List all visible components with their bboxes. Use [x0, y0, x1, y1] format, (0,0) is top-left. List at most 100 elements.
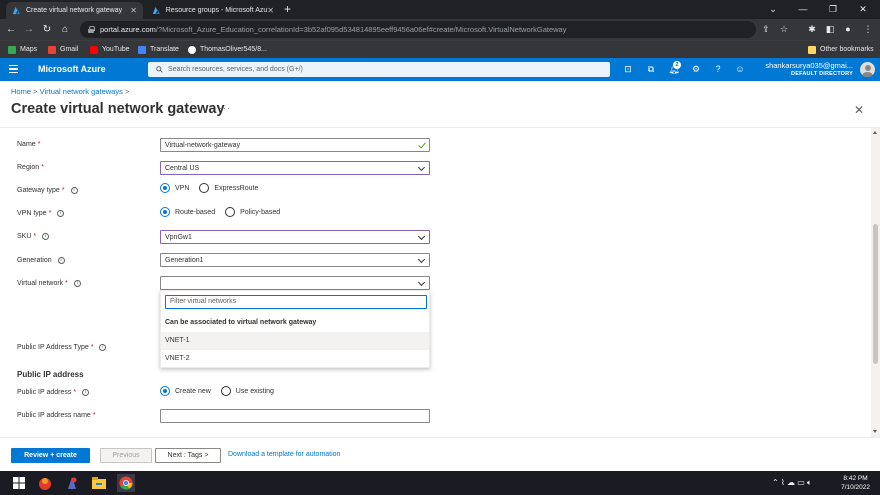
scroll-up-icon[interactable]	[873, 131, 877, 134]
bookmark-star-icon[interactable]: ☆	[776, 19, 792, 40]
previous-button[interactable]: Previous	[100, 448, 152, 463]
sku-value: VpnGw1	[165, 233, 192, 241]
chevron-down-icon	[417, 255, 426, 264]
public-ip-name-field[interactable]	[160, 409, 430, 423]
new-tab-button[interactable]: +	[284, 2, 291, 17]
bookmark-github[interactable]: ThomasOliver545/8...	[188, 41, 267, 59]
region-dropdown[interactable]: Central US	[160, 161, 430, 175]
radio-unselected-icon[interactable]	[225, 207, 236, 217]
chrome-icon[interactable]	[117, 474, 135, 492]
help-icon[interactable]: ?	[710, 58, 726, 81]
app-icon[interactable]	[36, 474, 54, 492]
info-icon[interactable]: i	[82, 389, 90, 396]
info-icon[interactable]: i	[57, 257, 65, 264]
minimize-button[interactable]: —	[788, 0, 818, 19]
bookmark-maps[interactable]: Maps	[8, 41, 37, 59]
global-search-input[interactable]: Search resources, services, and docs (G+…	[148, 62, 610, 77]
feedback-icon[interactable]: ☺	[732, 58, 748, 81]
radio-selected-icon[interactable]	[160, 386, 170, 396]
breadcrumb-virtual-network-gateways[interactable]: Virtual network gateways	[40, 87, 123, 96]
menu-icon[interactable]: ⋮	[860, 19, 876, 40]
clock-time: 8:42 PM	[843, 475, 868, 482]
filter-virtual-networks-input[interactable]: Filter virtual networks	[165, 295, 427, 309]
public-ip-radio-group: Create new Use existing	[160, 386, 284, 396]
azure-brand[interactable]: Microsoft Azure	[38, 58, 106, 81]
file-explorer-icon[interactable]	[90, 474, 108, 492]
virtual-network-label: Virtual network * i	[17, 280, 81, 287]
info-icon[interactable]: i	[73, 280, 81, 287]
bookmark-label: Gmail	[60, 46, 79, 53]
directory-filter-icon[interactable]: ⧉	[643, 58, 659, 81]
system-tray-icons[interactable]: ⌃ ⌇ ☁ ▭ 🔈︎	[772, 471, 812, 495]
profile-icon[interactable]: ●	[840, 19, 856, 40]
public-ip-section-heading: Public IP address	[17, 370, 84, 379]
close-tab-icon[interactable]: ✕	[267, 6, 274, 15]
info-icon[interactable]: i	[70, 187, 78, 194]
url-path: /?Microsoft_Azure_Education_correlationI…	[155, 25, 567, 34]
back-icon[interactable]: ←	[4, 19, 18, 40]
account-menu[interactable]: shankarsurya035@gmai... DEFAULT DIRECTOR…	[765, 61, 853, 78]
page-scrollbar[interactable]	[871, 128, 880, 437]
bookmark-gmail[interactable]: Gmail	[48, 41, 78, 59]
windows-start-icon[interactable]	[10, 474, 28, 492]
chevron-down-icon	[417, 278, 426, 287]
more-options-button[interactable]: ···	[219, 103, 231, 113]
app-icon[interactable]	[63, 474, 81, 492]
gateway-type-expressroute-option[interactable]: ExpressRoute	[199, 183, 258, 193]
close-tab-icon[interactable]: ✕	[130, 6, 137, 15]
info-icon[interactable]: i	[57, 210, 65, 217]
browser-toolbar: ← → ↻ ⌂ portal.azure.com /?Microsoft_Azu…	[0, 19, 880, 40]
forward-icon[interactable]: →	[22, 19, 36, 40]
name-field[interactable]: Virtual-network-gateway	[160, 138, 430, 152]
portal-menu-icon[interactable]	[9, 65, 18, 73]
side-panel-icon[interactable]: ◧	[822, 19, 838, 40]
radio-unselected-icon[interactable]	[199, 183, 210, 193]
next-tags-button[interactable]: Next : Tags >	[155, 448, 221, 463]
public-ip-use-existing-option[interactable]: Use existing	[220, 386, 274, 396]
reload-icon[interactable]: ↻	[40, 19, 54, 40]
vpn-type-route-based-option[interactable]: Route-based	[160, 207, 215, 217]
tab-resource-groups[interactable]: Resource groups - Microsoft Azu ✕	[146, 2, 280, 19]
info-icon[interactable]: i	[99, 344, 107, 351]
virtual-network-dropdown[interactable]	[160, 276, 430, 290]
close-window-button[interactable]: ✕	[848, 0, 878, 19]
maximize-button[interactable]: ❐	[818, 0, 848, 19]
bookmark-translate[interactable]: Translate	[138, 41, 179, 59]
azure-favicon-icon	[152, 7, 160, 14]
download-template-link[interactable]: Download a template for automation	[228, 451, 340, 458]
vpn-type-policy-based-option[interactable]: Policy-based	[225, 207, 280, 217]
bookmark-youtube[interactable]: YouTube	[90, 41, 130, 59]
bookmark-label: ThomasOliver545/8...	[200, 46, 267, 53]
home-icon[interactable]: ⌂	[58, 19, 72, 40]
close-blade-icon[interactable]: ✕	[854, 103, 864, 117]
tab-create-gateway[interactable]: Create virtual network gateway ✕	[6, 2, 143, 19]
scrollbar-thumb[interactable]	[873, 224, 878, 364]
address-bar[interactable]: portal.azure.com /?Microsoft_Azure_Educa…	[80, 21, 756, 38]
label-text: Name	[17, 141, 36, 148]
tab-search-icon[interactable]: ⌄	[758, 0, 788, 19]
label-text: SKU	[17, 233, 32, 240]
public-ip-create-new-option[interactable]: Create new	[160, 386, 211, 396]
dropdown-option-vnet-1[interactable]: VNET-1	[161, 332, 429, 350]
taskbar-clock[interactable]: 8:42 PM 7/10/2022	[841, 474, 870, 492]
cloud-shell-icon[interactable]: ⊡	[620, 58, 636, 81]
radio-selected-icon[interactable]	[160, 183, 170, 193]
breadcrumb-home[interactable]: Home	[11, 87, 31, 96]
share-icon[interactable]: ⇪	[758, 19, 774, 40]
github-icon	[188, 46, 196, 54]
scroll-down-icon[interactable]	[873, 430, 877, 433]
sku-dropdown[interactable]: VpnGw1	[160, 230, 430, 244]
settings-gear-icon[interactable]: ⚙	[688, 58, 704, 81]
radio-unselected-icon[interactable]	[220, 386, 231, 396]
chevron-down-icon	[417, 232, 426, 241]
generation-dropdown[interactable]: Generation1	[160, 253, 430, 267]
other-bookmarks[interactable]: Other bookmarks	[808, 41, 874, 59]
radio-selected-icon[interactable]	[160, 207, 170, 217]
review-create-button[interactable]: Review + create	[11, 448, 90, 463]
extensions-icon[interactable]: ✱	[804, 19, 820, 40]
dropdown-option-vnet-2[interactable]: VNET-2	[161, 350, 429, 368]
avatar[interactable]	[860, 62, 875, 77]
gateway-type-vpn-option[interactable]: VPN	[160, 183, 189, 193]
clock-date: 7/10/2022	[841, 484, 870, 491]
info-icon[interactable]: i	[42, 233, 50, 240]
